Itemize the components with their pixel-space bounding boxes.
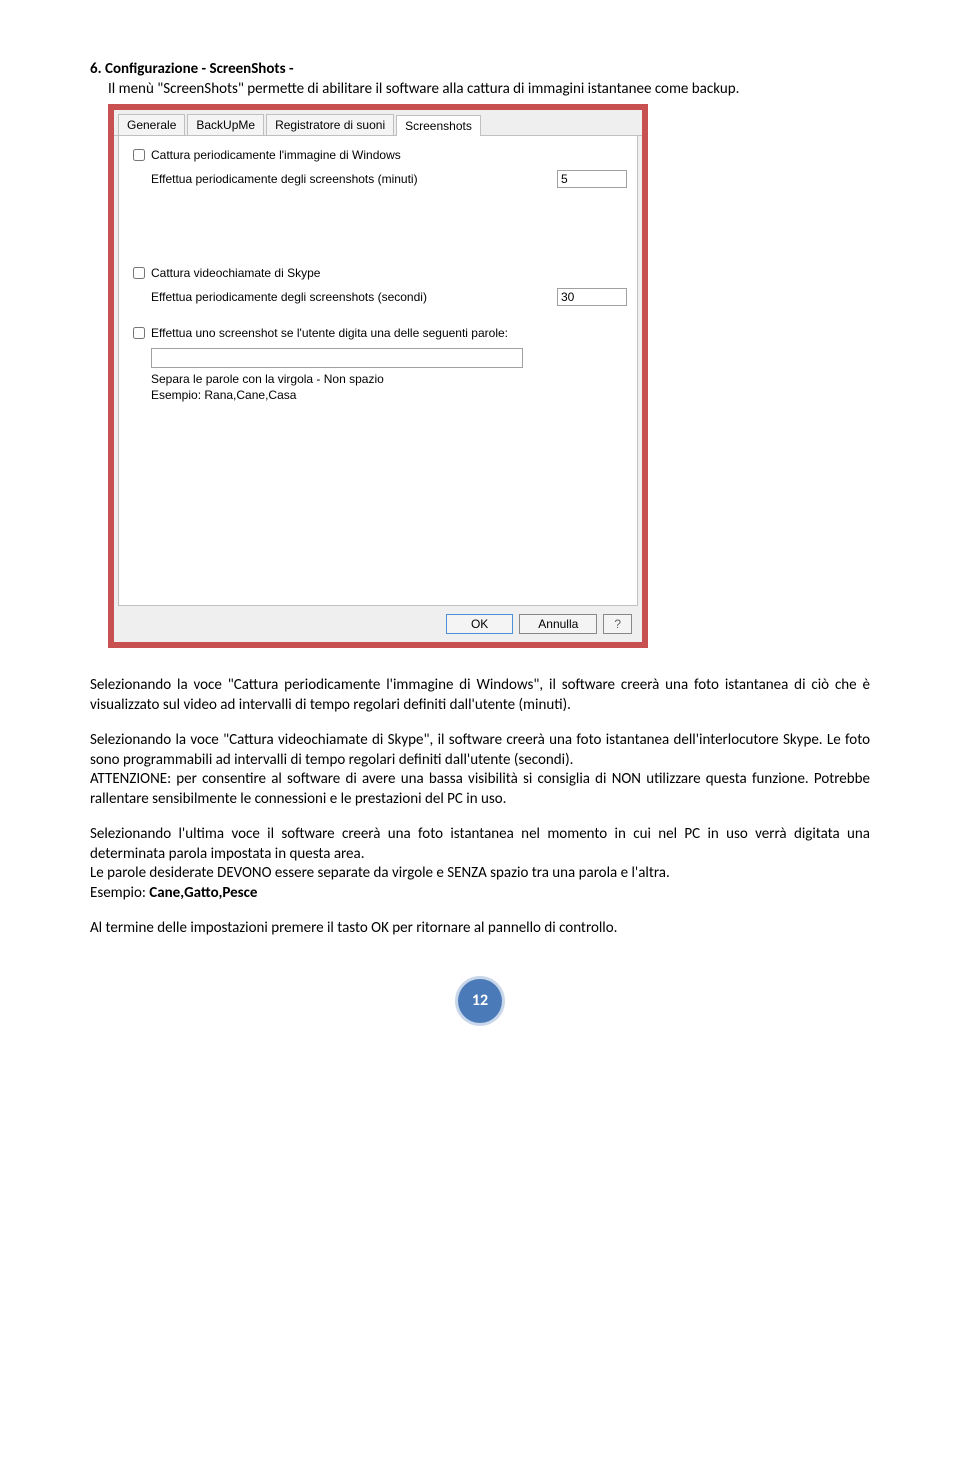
keywords-input[interactable]: [151, 348, 523, 368]
tab-registratore[interactable]: Registratore di suoni: [266, 114, 394, 135]
checkbox-keyword-trigger[interactable]: [133, 327, 145, 339]
tab-generale[interactable]: Generale: [118, 114, 185, 135]
page-content: 6. Configurazione - ScreenShots - Il men…: [0, 0, 960, 1063]
checkbox-capture-skype-label: Cattura videochiamate di Skype: [151, 266, 320, 280]
paragraph-1: Selezionando la voce "Cattura periodicam…: [90, 676, 870, 715]
section-subheading: Il menù "ScreenShots" permette di abilit…: [108, 80, 870, 98]
tab-panel-screenshots: Cattura periodicamente l'immagine di Win…: [118, 136, 638, 606]
dialog-button-row: OK Annulla ?: [114, 606, 642, 642]
keywords-hint-2: Esempio: Rana,Cane,Casa: [151, 388, 627, 404]
checkbox-capture-windows-label: Cattura periodicamente l'immagine di Win…: [151, 148, 401, 162]
paragraph-4: Al termine delle impostazioni premere il…: [90, 919, 870, 939]
checkbox-keyword-trigger-label: Effettua uno screenshot se l'utente digi…: [151, 326, 508, 340]
keywords-hint-1: Separa le parole con la virgola - Non sp…: [151, 372, 627, 388]
interval-seconds-label: Effettua periodicamente degli screenshot…: [151, 290, 549, 304]
paragraph-3a: Selezionando l'ultima voce il software c…: [90, 825, 870, 863]
checkbox-capture-windows[interactable]: [133, 149, 145, 161]
tab-bar: Generale BackUpMe Registratore di suoni …: [114, 110, 642, 136]
checkbox-capture-skype[interactable]: [133, 267, 145, 279]
ok-button[interactable]: OK: [446, 614, 513, 634]
help-button[interactable]: ?: [603, 614, 632, 634]
paragraph-3c-bold: Cane,Gatto,Pesce: [149, 884, 257, 902]
page-number-badge: 12: [458, 979, 502, 1023]
paragraph-3b: Le parole desiderate DEVONO essere separ…: [90, 864, 670, 882]
tab-screenshots[interactable]: Screenshots: [396, 115, 481, 136]
tab-backupme[interactable]: BackUpMe: [187, 114, 264, 135]
embedded-screenshot: Generale BackUpMe Registratore di suoni …: [108, 104, 648, 648]
paragraph-3c-label: Esempio:: [90, 884, 149, 902]
interval-minutes-input[interactable]: [557, 170, 627, 188]
paragraph-2a: Selezionando la voce "Cattura videochiam…: [90, 731, 870, 769]
interval-seconds-input[interactable]: [557, 288, 627, 306]
section-heading: 6. Configurazione - ScreenShots -: [90, 60, 870, 78]
paragraph-2b: ATTENZIONE: per consentire al software d…: [90, 770, 870, 808]
paragraph-2: Selezionando la voce "Cattura videochiam…: [90, 731, 870, 809]
paragraph-3: Selezionando l'ultima voce il software c…: [90, 825, 870, 903]
interval-minutes-label: Effettua periodicamente degli screenshot…: [151, 172, 549, 186]
cancel-button[interactable]: Annulla: [519, 614, 597, 634]
